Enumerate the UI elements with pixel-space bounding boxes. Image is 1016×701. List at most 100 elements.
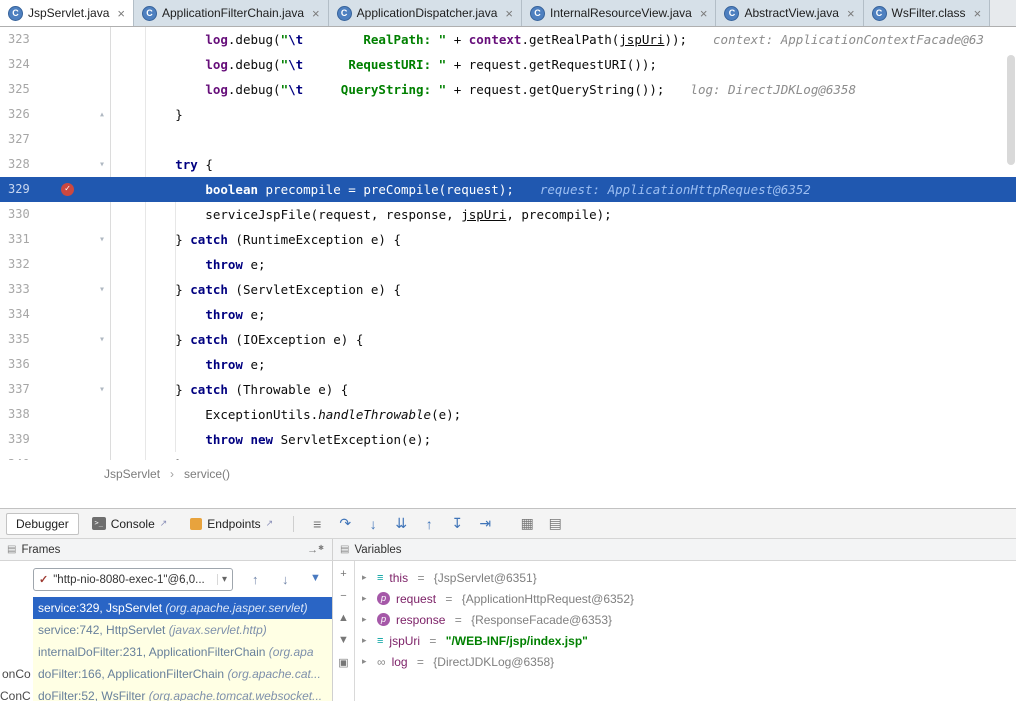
add-watch-icon[interactable]: + <box>340 568 346 580</box>
fold-marker-icon[interactable]: ▾ <box>99 327 105 352</box>
close-tab-icon[interactable]: × <box>847 6 855 21</box>
stack-frame[interactable]: doFilter:52, WsFilter (org.apache.tomcat… <box>33 685 332 701</box>
line-number[interactable]: 336 <box>0 352 45 377</box>
variable-row-jspUri[interactable]: ▸≡jspUri = "/WEB-INF/jsp/index.jsp" <box>355 630 1016 651</box>
gutter[interactable] <box>45 77 110 102</box>
breadcrumb-item-class[interactable]: JspServlet <box>104 467 160 481</box>
gutter[interactable]: ▴ <box>45 102 110 127</box>
line-number[interactable]: 330 <box>0 202 45 227</box>
step-over-icon[interactable]: ↷ <box>332 515 358 532</box>
editor-tab-internalresourceview-java[interactable]: CInternalResourceView.java× <box>522 0 716 26</box>
editor-tab-jspservlet-java[interactable]: CJspServlet.java× <box>0 0 134 26</box>
gutter[interactable] <box>45 252 110 277</box>
expand-chevron-icon[interactable]: ▸ <box>362 656 371 667</box>
gutter[interactable] <box>45 202 110 227</box>
variable-row-request[interactable]: ▸prequest = {ApplicationHttpRequest@6352… <box>355 588 1016 609</box>
line-number[interactable]: 328 <box>0 152 45 177</box>
gutter[interactable]: ▾ <box>45 377 110 402</box>
line-number[interactable]: 329 <box>0 177 45 202</box>
gutter[interactable]: ▾ <box>45 327 110 352</box>
previous-frame-icon[interactable]: ↑ <box>252 572 259 587</box>
breadcrumb-item-method[interactable]: service() <box>184 467 230 481</box>
fold-marker-icon[interactable]: ▾ <box>99 277 105 302</box>
remove-watch-icon[interactable]: − <box>340 590 346 602</box>
duplicate-icon[interactable]: ▣ <box>338 656 348 669</box>
breakpoint-icon[interactable]: ✓ <box>61 183 74 196</box>
line-number[interactable]: 326 <box>0 102 45 127</box>
line-number[interactable]: 337 <box>0 377 45 402</box>
gutter[interactable] <box>45 27 110 52</box>
stack-frame[interactable]: service:329, JspServlet (org.apache.jasp… <box>33 597 332 619</box>
line-number[interactable]: 340 <box>0 452 45 460</box>
line-number[interactable]: 327 <box>0 127 45 152</box>
expand-chevron-icon[interactable]: ▸ <box>362 614 371 625</box>
editor-tab-wsfilter-class[interactable]: CWsFilter.class× <box>864 0 991 26</box>
next-frame-icon[interactable]: ↓ <box>282 572 289 587</box>
line-number[interactable]: 334 <box>0 302 45 327</box>
variable-row-response[interactable]: ▸presponse = {ResponseFacade@6353} <box>355 609 1016 630</box>
gutter[interactable]: ✓ <box>45 177 110 202</box>
view-as-table-icon[interactable]: ▦ <box>514 515 540 532</box>
endpoints-icon <box>190 518 202 530</box>
close-tab-icon[interactable]: × <box>117 6 125 21</box>
editor-tab-bar: CJspServlet.java×CApplicationFilterChain… <box>0 0 1016 27</box>
step-out-icon[interactable]: ↑ <box>416 516 442 532</box>
expand-chevron-icon[interactable]: ▸ <box>362 593 371 604</box>
drop-frame-icon[interactable]: ↧ <box>444 515 470 532</box>
step-into-icon[interactable]: ↓ <box>360 516 386 532</box>
line-number[interactable]: 335 <box>0 327 45 352</box>
force-step-into-icon[interactable]: ⇊ <box>388 515 414 532</box>
gutter[interactable] <box>45 427 110 452</box>
stack-frame[interactable]: doFilter:166, ApplicationFilterChain (or… <box>33 663 332 685</box>
code-editor[interactable]: 323 log.debug("\t RealPath: " + context.… <box>0 27 1016 460</box>
stack-frame[interactable]: service:742, HttpServlet (javax.servlet.… <box>33 619 332 641</box>
gutter[interactable] <box>45 452 110 460</box>
close-tab-icon[interactable]: × <box>700 6 708 21</box>
line-number[interactable]: 324 <box>0 52 45 77</box>
line-number[interactable]: 338 <box>0 402 45 427</box>
gutter[interactable] <box>45 52 110 77</box>
line-number[interactable]: 325 <box>0 77 45 102</box>
tab-debugger[interactable]: Debugger <box>6 513 79 535</box>
variable-row-log[interactable]: ▸∞log = {DirectJDKLog@6358} <box>355 651 1016 672</box>
line-number[interactable]: 323 <box>0 27 45 52</box>
fold-marker-icon[interactable]: ▾ <box>99 377 105 402</box>
stack-frame[interactable]: internalDoFilter:231, ApplicationFilterC… <box>33 641 332 663</box>
gutter[interactable]: ▾ <box>45 277 110 302</box>
dropdown-arrow-icon[interactable]: ▾ <box>217 574 227 585</box>
gutter[interactable] <box>45 302 110 327</box>
restore-layout-icon[interactable]: ▤ <box>542 515 568 532</box>
scroll-down-icon[interactable]: ▼ <box>338 634 349 646</box>
thread-selector[interactable]: ✓ "http-nio-8080-exec-1"@6,0... ▾ <box>33 568 233 591</box>
editor-tab-applicationdispatcher-java[interactable]: CApplicationDispatcher.java× <box>329 0 522 26</box>
ide-window: CJspServlet.java×CApplicationFilterChain… <box>0 0 1016 701</box>
line-number[interactable]: 339 <box>0 427 45 452</box>
fold-marker-icon[interactable]: ▾ <box>99 227 105 252</box>
fold-marker-icon[interactable]: ▴ <box>99 102 105 127</box>
code-text: throw e; <box>110 252 1016 277</box>
gutter[interactable] <box>45 402 110 427</box>
line-number[interactable]: 332 <box>0 252 45 277</box>
gutter[interactable] <box>45 352 110 377</box>
line-number[interactable]: 333 <box>0 277 45 302</box>
scroll-up-icon[interactable]: ▲ <box>338 612 349 624</box>
close-tab-icon[interactable]: × <box>312 6 320 21</box>
fold-marker-icon[interactable]: ▾ <box>99 152 105 177</box>
settings-menu-icon[interactable]: ≡ <box>304 516 330 532</box>
editor-tab-applicationfilterchain-java[interactable]: CApplicationFilterChain.java× <box>134 0 329 26</box>
tab-endpoints[interactable]: Endpoints ↗ <box>180 513 283 535</box>
editor-tab-abstractview-java[interactable]: CAbstractView.java× <box>716 0 863 26</box>
expand-chevron-icon[interactable]: ▸ <box>362 635 371 646</box>
line-number[interactable]: 331 <box>0 227 45 252</box>
variable-row-this[interactable]: ▸≡this = {JspServlet@6351} <box>355 567 1016 588</box>
gutter[interactable]: ▾ <box>45 152 110 177</box>
gutter[interactable]: ▾ <box>45 227 110 252</box>
gutter[interactable] <box>45 127 110 152</box>
run-to-cursor-icon[interactable]: ⇥ <box>472 515 498 532</box>
filter-frames-icon[interactable]: ▼ <box>310 572 321 584</box>
close-tab-icon[interactable]: × <box>505 6 513 21</box>
close-tab-icon[interactable]: × <box>974 6 982 21</box>
hide-panel-icon[interactable]: →✱ <box>307 544 324 556</box>
expand-chevron-icon[interactable]: ▸ <box>362 572 371 583</box>
tab-console[interactable]: >_ Console ↗ <box>82 513 178 535</box>
